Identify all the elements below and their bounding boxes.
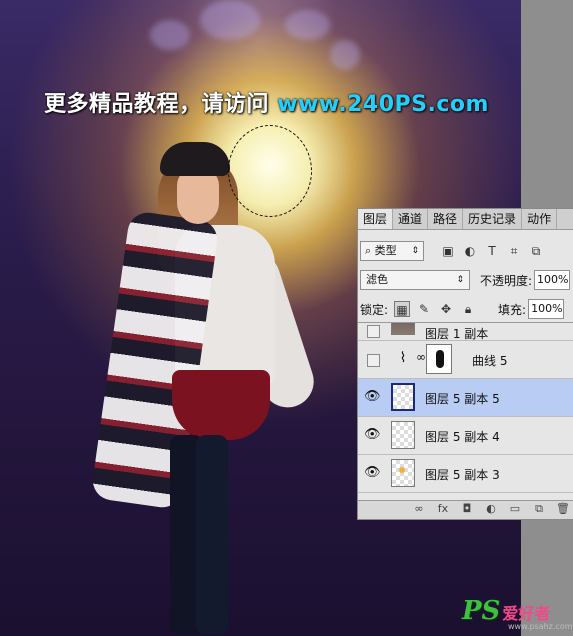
bokeh-light [330,40,360,70]
layer-name: 图层 5 副本 3 [425,468,500,482]
layer-name: 曲线 5 [472,354,508,368]
layer-kind-filter[interactable]: ⌕ 类型 ⇕ [360,241,424,261]
panel-footer: ∞ fx ◘ ◐ ▭ ⧉ 🗑︎ [358,500,573,519]
person-hat [160,142,230,176]
pixel-filter-icon[interactable]: ▣ [440,243,456,259]
search-icon: ⌕ [365,244,372,257]
layer-row[interactable]: 👁︎ 图层 5 副本 5 [358,379,573,417]
layer-mask-thumbnail[interactable] [426,344,452,374]
chevron-updown-icon: ⇕ [456,275,464,285]
visibility-toggle[interactable] [367,354,380,367]
watermark-cn: 爱好者 [502,604,551,623]
lock-transparency-icon[interactable]: ▦ [394,301,411,317]
watermark-ps: PS [462,596,501,626]
fx-icon[interactable]: fx [436,502,450,516]
layer-name: 图层 5 副本 5 [425,392,500,406]
opacity-label: 不透明度: [480,273,533,288]
filter-icons: ▣ ◐ T ⌗ ⧉ [440,243,544,259]
bokeh-light [150,20,190,50]
layer-row[interactable]: 图层 1 副本 [358,323,573,341]
layer-thumbnail [391,323,415,335]
blend-row: 滤色 ⇕ 不透明度: 100% [360,270,571,290]
layer-thumbnail [391,421,415,449]
blend-mode-value: 滤色 [366,273,388,286]
tab-layers[interactable]: 图层 [358,209,394,229]
headline-text: 更多精品教程，请访问 [44,92,270,117]
headline-url: www.240PS.com [277,92,489,117]
link-icon: ∞ [416,350,426,364]
group-folder-icon[interactable]: ▭ [508,502,522,516]
adjustment-filter-icon[interactable]: ◐ [462,243,478,259]
watermark-url: www.psahz.com [508,622,573,631]
eye-icon[interactable]: 👁︎ [364,389,381,405]
layer-name: 图层 1 副本 [425,327,489,341]
visibility-toggle[interactable] [367,325,380,338]
layer-row[interactable]: ⌇ ∞ 曲线 5 [358,341,573,379]
lock-row: 锁定: ▦ ✎ ✥ 🔒︎ 填充: 100% [360,299,565,319]
headline-banner: 更多精品教程，请访问 www.240PS.com [44,86,489,118]
layer-name: 图层 5 副本 4 [425,430,500,444]
opacity-input[interactable]: 100% [534,270,571,290]
eye-icon[interactable]: 👁︎ [364,465,381,481]
new-layer-icon[interactable]: ⧉ [532,502,546,516]
blend-mode-select[interactable]: 滤色 ⇕ [360,270,470,290]
lock-icons: ▦ ✎ ✥ 🔒︎ [394,301,476,317]
person-skirt [172,370,270,440]
lock-label: 锁定: [360,302,389,317]
kind-filter-value: 类型 [374,244,397,257]
lock-position-icon[interactable]: ✥ [438,301,454,317]
trash-icon[interactable]: 🗑︎ [556,502,570,516]
layer-row[interactable]: 👁︎ 图层 5 副本 4 [358,417,573,455]
bokeh-light [285,10,330,40]
filter-row: ⌕ 类型 ⇕ ▣ ◐ T ⌗ ⧉ [360,241,544,261]
layer-thumbnail [391,383,415,411]
shape-filter-icon[interactable]: ⌗ [506,243,522,259]
layer-row[interactable]: 👁︎ 图层 5 副本 3 [358,455,573,493]
tab-channels[interactable]: 通道 [393,209,429,229]
layer-thumbnail [391,459,415,487]
adjustment-layer-icon[interactable]: ◐ [484,502,498,516]
add-mask-icon[interactable]: ◘ [460,502,474,516]
lock-image-icon[interactable]: ✎ [416,301,432,317]
panel-tabs: 图层 通道 路径 历史记录 动作 [358,209,573,230]
tab-actions[interactable]: 动作 [522,209,558,229]
tab-paths[interactable]: 路径 [428,209,464,229]
fill-label: 填充: [498,302,527,317]
bokeh-light [200,0,260,40]
smart-object-filter-icon[interactable]: ⧉ [528,243,544,259]
footer-icons: ∞ fx ◘ ◐ ▭ ⧉ 🗑︎ [412,502,570,516]
eye-icon[interactable]: 👁︎ [364,427,381,443]
person-leg [196,435,228,635]
elliptical-selection[interactable] [228,125,312,217]
layers-panel: 图层 通道 路径 历史记录 动作 ⌕ 类型 ⇕ ▣ ◐ T ⌗ ⧉ 滤色 ⇕ 不… [357,208,573,520]
curves-adjustment-icon: ⌇ [399,350,407,366]
type-filter-icon[interactable]: T [484,243,500,259]
link-layers-icon[interactable]: ∞ [412,502,426,516]
tab-history[interactable]: 历史记录 [463,209,523,229]
lock-all-icon[interactable]: 🔒︎ [460,301,476,317]
person-face [177,168,219,224]
fill-input[interactable]: 100% [528,299,565,319]
chevron-updown-icon: ⇕ [411,246,419,256]
layers-list: 图层 1 副本 ⌇ ∞ 曲线 5 👁︎ 图层 5 副本 5 👁︎ 图层 5 副本… [358,322,573,504]
